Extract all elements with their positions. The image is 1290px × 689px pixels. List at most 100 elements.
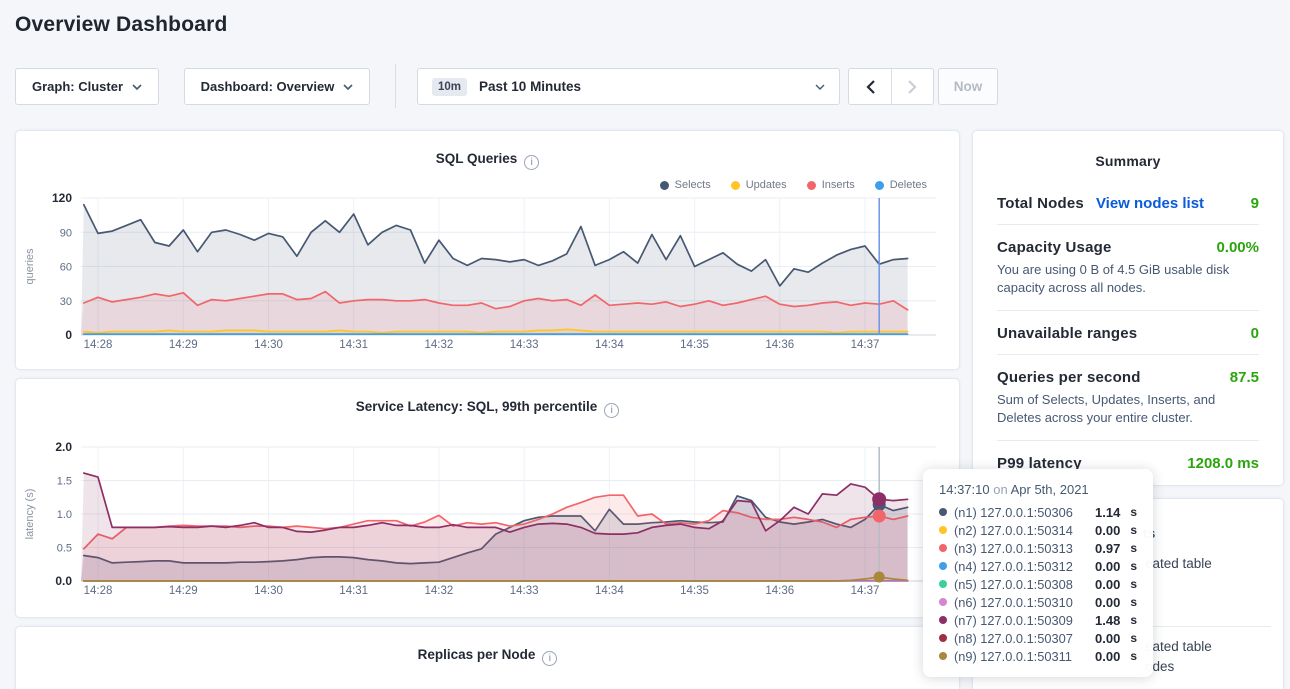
summary-row-queries-per-second: Queries per second 87.5 Sum of Selects, …: [997, 354, 1259, 440]
summary-body: Total Nodes View nodes list 9 Capacity U…: [973, 169, 1283, 484]
tooltip-node-value: 0.97: [1095, 541, 1120, 556]
summary-value: 9: [1251, 195, 1259, 212]
time-next-button[interactable]: [891, 69, 933, 104]
graph-dropdown-label: Graph: Cluster: [32, 79, 123, 94]
tooltip-node-label: (n5) 127.0.0.1:50308: [954, 577, 1088, 592]
svg-text:14:31: 14:31: [339, 585, 368, 597]
tooltip-node-unit: s: [1130, 595, 1137, 609]
tooltip-rows: (n1) 127.0.0.1:503061.14s(n2) 127.0.0.1:…: [939, 503, 1137, 665]
summary-row-unavailable-ranges: Unavailable ranges 0: [997, 310, 1259, 354]
svg-text:14:33: 14:33: [510, 585, 539, 597]
tooltip-node-label: (n6) 127.0.0.1:50310: [954, 595, 1088, 610]
svg-text:90: 90: [60, 227, 72, 239]
tooltip-node-unit: s: [1130, 541, 1137, 555]
tooltip-node-value: 0.00: [1095, 523, 1120, 538]
tooltip-node-unit: s: [1130, 613, 1137, 627]
series-color-dot: [939, 652, 947, 660]
tooltip-row: (n5) 127.0.0.1:50308 0.00 s: [939, 575, 1137, 593]
tooltip-node-label: (n7) 127.0.0.1:50309: [954, 613, 1088, 628]
series-color-dot: [939, 562, 947, 570]
tooltip-node-unit: s: [1130, 631, 1137, 645]
summary-label: Unavailable ranges: [997, 325, 1137, 342]
series-color-dot: [939, 508, 947, 516]
tooltip-row: (n7) 127.0.0.1:50309 1.48 s: [939, 611, 1137, 629]
summary-heading: Summary: [973, 153, 1283, 169]
svg-text:0.0: 0.0: [55, 574, 72, 588]
svg-text:1.5: 1.5: [57, 476, 72, 488]
tooltip-time: 14:37:10: [939, 482, 990, 497]
series-color-dot: [939, 526, 947, 534]
summary-label: Queries per second: [997, 369, 1141, 386]
chart-title-text: Replicas per Node: [418, 647, 536, 662]
time-prev-button[interactable]: [849, 69, 891, 104]
tooltip-node-unit: s: [1130, 523, 1137, 537]
svg-text:14:37: 14:37: [851, 585, 880, 597]
summary-panel: Summary Total Nodes View nodes list 9 Ca…: [972, 130, 1284, 486]
svg-text:2.0: 2.0: [55, 440, 72, 454]
svg-text:14:28: 14:28: [84, 585, 113, 597]
tooltip-node-label: (n8) 127.0.0.1:50307: [954, 631, 1088, 646]
tooltip-node-value: 0.00: [1095, 577, 1120, 592]
svg-text:14:33: 14:33: [510, 339, 539, 351]
series-color-dot: [939, 544, 947, 552]
svg-text:14:30: 14:30: [254, 339, 283, 351]
svg-text:14:36: 14:36: [765, 339, 794, 351]
summary-row-total-nodes: Total Nodes View nodes list 9: [997, 181, 1259, 224]
svg-text:14:35: 14:35: [680, 339, 709, 351]
tooltip-node-label: (n2) 127.0.0.1:50314: [954, 523, 1088, 538]
chart-title-replicas-per-node: Replicas per Node i: [16, 647, 959, 666]
svg-text:14:29: 14:29: [169, 585, 198, 597]
summary-label: Capacity Usage: [997, 239, 1112, 256]
replicas-per-node-chart-card: Replicas per Node i: [15, 626, 960, 689]
sql-queries-chart[interactable]: 14:2814:2914:3014:3114:3214:3314:3414:35…: [16, 131, 961, 371]
overview-dashboard-page: Overview Dashboard Graph: Cluster Dashbo…: [0, 0, 1290, 689]
now-button[interactable]: Now: [938, 68, 998, 105]
tooltip-row: (n3) 127.0.0.1:503130.97s: [939, 539, 1137, 557]
view-nodes-list-link[interactable]: View nodes list: [1096, 195, 1204, 212]
tooltip-node-unit: s: [1130, 559, 1137, 573]
tooltip-date: Apr 5th, 2021: [1011, 482, 1089, 497]
event-row-fragment: eated table: [1145, 556, 1212, 571]
dashboard-dropdown[interactable]: Dashboard: Overview: [184, 68, 370, 105]
chevron-right-icon: [908, 80, 917, 94]
graph-dropdown[interactable]: Graph: Cluster: [15, 68, 159, 105]
tooltip-node-label: (n1) 127.0.0.1:50306: [954, 505, 1088, 520]
info-icon[interactable]: i: [542, 651, 557, 666]
svg-text:latency (s): latency (s): [24, 489, 36, 540]
time-range-dropdown[interactable]: 10m Past 10 Minutes: [417, 68, 840, 105]
tooltip-node-label: (n4) 127.0.0.1:50312: [954, 559, 1088, 574]
summary-label: Total Nodes: [997, 195, 1084, 212]
chart-tooltip: 14:37:10 on Apr 5th, 2021 (n1) 127.0.0.1…: [923, 469, 1153, 677]
tooltip-node-value: 0.00: [1095, 595, 1120, 610]
tooltip-node-value: 0.00: [1095, 649, 1120, 664]
svg-text:1.0: 1.0: [57, 509, 72, 521]
svg-text:14:37: 14:37: [851, 339, 880, 351]
summary-row-capacity-usage: Capacity Usage 0.00% You are using 0 B o…: [997, 224, 1259, 310]
dashboard-dropdown-label: Dashboard: Overview: [201, 79, 335, 94]
tooltip-row: (n6) 127.0.0.1:50310 0.00 s: [939, 593, 1137, 611]
svg-text:0.5: 0.5: [57, 543, 72, 555]
service-latency-chart[interactable]: 14:2814:2914:3014:3114:3214:3314:3414:35…: [16, 379, 961, 619]
tooltip-row: (n9) 127.0.0.1:503110.00s: [939, 647, 1137, 665]
summary-value: 1208.0 ms: [1187, 455, 1259, 472]
service-latency-chart-card: Service Latency: SQL, 99th percentilei 1…: [15, 378, 960, 618]
svg-text:0: 0: [65, 328, 72, 342]
svg-text:14:30: 14:30: [254, 585, 283, 597]
svg-text:120: 120: [52, 191, 72, 205]
sql-queries-chart-card: SQL Queriesi SelectsUpdatesInsertsDelete…: [15, 130, 960, 370]
chevron-down-icon: [815, 84, 825, 90]
svg-text:14:32: 14:32: [425, 585, 454, 597]
time-range-badge: 10m: [432, 78, 467, 96]
tooltip-node-label: (n9) 127.0.0.1:50311: [954, 649, 1088, 664]
tooltip-node-unit: s: [1130, 577, 1137, 591]
summary-value: 87.5: [1230, 369, 1259, 386]
summary-value: 0: [1251, 325, 1259, 342]
tooltip-node-value: 0.00: [1095, 631, 1120, 646]
series-color-dot: [939, 598, 947, 606]
summary-value: 0.00%: [1216, 239, 1259, 256]
series-color-dot: [939, 616, 947, 624]
svg-text:14:32: 14:32: [425, 339, 454, 351]
series-color-dot: [939, 580, 947, 588]
series-color-dot: [939, 634, 947, 642]
tooltip-node-value: 1.48: [1095, 613, 1120, 628]
